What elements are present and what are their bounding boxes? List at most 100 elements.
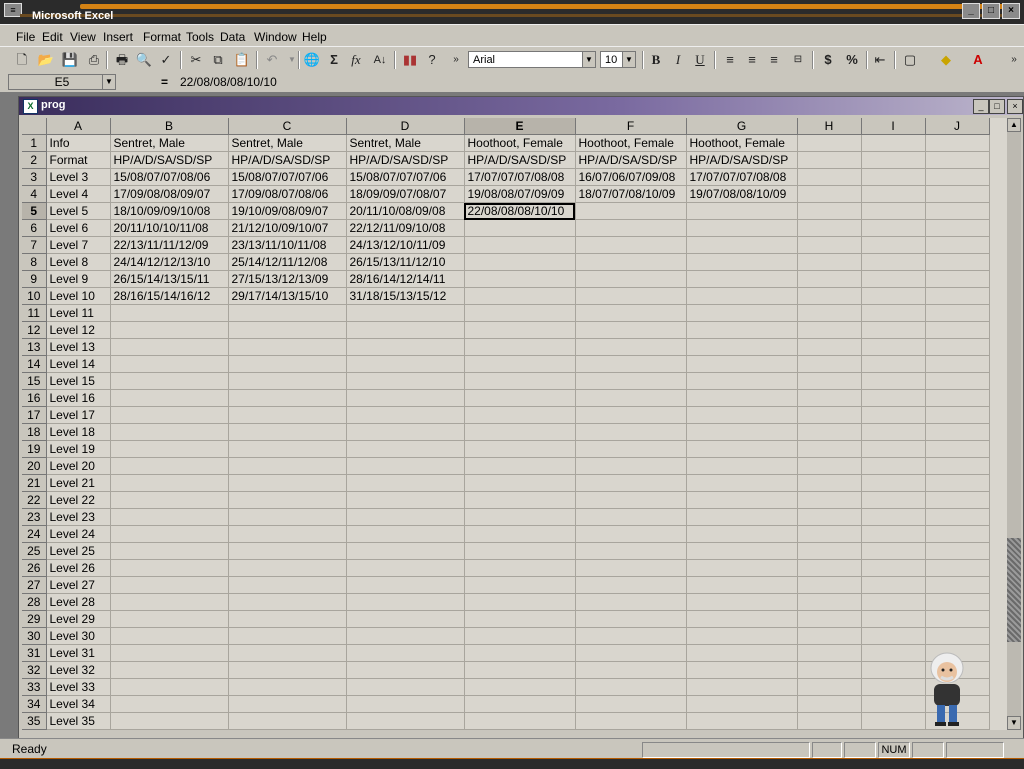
cell-b22[interactable] — [110, 491, 229, 509]
cell-a16[interactable]: Level 16 — [46, 389, 111, 407]
row-header[interactable]: 21 — [22, 474, 47, 492]
row-header[interactable]: 20 — [22, 457, 47, 475]
workbook-minimize-button[interactable]: _ — [973, 99, 989, 114]
cell-g22[interactable] — [686, 491, 798, 509]
formula-input[interactable]: 22/08/08/08/10/10 — [176, 74, 1018, 90]
column-header-j[interactable]: J — [925, 118, 990, 135]
cell-g32[interactable] — [686, 661, 798, 679]
cell-d34[interactable] — [346, 695, 465, 713]
cell-b29[interactable] — [110, 610, 229, 628]
cell-h11[interactable] — [797, 304, 862, 322]
cell-e4[interactable]: 19/08/08/07/09/09 — [464, 185, 576, 203]
cell-c34[interactable] — [228, 695, 347, 713]
cell-i10[interactable] — [861, 287, 926, 305]
cell-d4[interactable]: 18/09/09/07/08/07 — [346, 185, 465, 203]
paste-icon[interactable]: 📋 — [232, 50, 252, 70]
cell-j18[interactable] — [925, 423, 990, 441]
menu-window[interactable]: Window — [254, 30, 297, 44]
cell-h4[interactable] — [797, 185, 862, 203]
cell-c31[interactable] — [228, 644, 347, 662]
cell-j27[interactable] — [925, 576, 990, 594]
cell-f30[interactable] — [575, 627, 687, 645]
cell-h22[interactable] — [797, 491, 862, 509]
font-name-select[interactable]: Arial ▼ — [468, 51, 596, 68]
autosum-icon[interactable]: Σ — [324, 50, 344, 70]
cell-c22[interactable] — [228, 491, 347, 509]
cell-c17[interactable] — [228, 406, 347, 424]
row-header[interactable]: 17 — [22, 406, 47, 424]
cell-c18[interactable] — [228, 423, 347, 441]
cell-h32[interactable] — [797, 661, 862, 679]
cell-i7[interactable] — [861, 236, 926, 254]
row-header[interactable]: 12 — [22, 321, 47, 339]
cell-i28[interactable] — [861, 593, 926, 611]
cell-d35[interactable] — [346, 712, 465, 730]
cell-f25[interactable] — [575, 542, 687, 560]
cell-e11[interactable] — [464, 304, 576, 322]
cell-b21[interactable] — [110, 474, 229, 492]
row-header[interactable]: 11 — [22, 304, 47, 322]
row-header[interactable]: 3 — [22, 168, 47, 186]
cell-c13[interactable] — [228, 338, 347, 356]
italic-button[interactable]: I — [668, 50, 688, 70]
cell-g13[interactable] — [686, 338, 798, 356]
cut-icon[interactable]: ✂ — [186, 50, 206, 70]
cell-d10[interactable]: 31/18/15/13/15/12 — [346, 287, 465, 305]
cell-b35[interactable] — [110, 712, 229, 730]
row-header[interactable]: 31 — [22, 644, 47, 662]
cell-e3[interactable]: 17/07/07/07/08/08 — [464, 168, 576, 186]
cell-j17[interactable] — [925, 406, 990, 424]
cell-i30[interactable] — [861, 627, 926, 645]
cell-e12[interactable] — [464, 321, 576, 339]
cell-g21[interactable] — [686, 474, 798, 492]
cell-b32[interactable] — [110, 661, 229, 679]
cell-g14[interactable] — [686, 355, 798, 373]
currency-button[interactable]: $ — [818, 50, 838, 70]
cell-f17[interactable] — [575, 406, 687, 424]
cell-e22[interactable] — [464, 491, 576, 509]
cell-j11[interactable] — [925, 304, 990, 322]
cell-j12[interactable] — [925, 321, 990, 339]
cell-i26[interactable] — [861, 559, 926, 577]
cell-h29[interactable] — [797, 610, 862, 628]
print-preview-icon[interactable]: 🖶 — [112, 50, 132, 70]
cell-b25[interactable] — [110, 542, 229, 560]
cell-d22[interactable] — [346, 491, 465, 509]
cell-e19[interactable] — [464, 440, 576, 458]
cell-f14[interactable] — [575, 355, 687, 373]
cell-c33[interactable] — [228, 678, 347, 696]
cell-c23[interactable] — [228, 508, 347, 526]
cell-a22[interactable]: Level 22 — [46, 491, 111, 509]
maximize-button[interactable]: □ — [982, 3, 1000, 19]
cell-g3[interactable]: 17/07/07/07/08/08 — [686, 168, 798, 186]
preview-icon[interactable]: 🔍 — [134, 50, 154, 70]
cell-a7[interactable]: Level 7 — [46, 236, 111, 254]
cell-g16[interactable] — [686, 389, 798, 407]
cell-f22[interactable] — [575, 491, 687, 509]
cell-b27[interactable] — [110, 576, 229, 594]
cell-f5[interactable] — [575, 202, 687, 220]
cell-a1[interactable]: Info — [46, 134, 111, 152]
menu-view[interactable]: View — [70, 30, 96, 44]
cell-d16[interactable] — [346, 389, 465, 407]
cell-d31[interactable] — [346, 644, 465, 662]
workbook-close-button[interactable]: × — [1007, 99, 1023, 114]
sort-icon[interactable]: A↓ — [370, 50, 390, 70]
cell-c19[interactable] — [228, 440, 347, 458]
cell-b6[interactable]: 20/11/10/10/11/08 — [110, 219, 229, 237]
cell-c15[interactable] — [228, 372, 347, 390]
cell-j16[interactable] — [925, 389, 990, 407]
cell-g34[interactable] — [686, 695, 798, 713]
cell-e20[interactable] — [464, 457, 576, 475]
cell-a14[interactable]: Level 14 — [46, 355, 111, 373]
row-header[interactable]: 1 — [22, 134, 47, 152]
cell-j25[interactable] — [925, 542, 990, 560]
row-header[interactable]: 34 — [22, 695, 47, 713]
row-header[interactable]: 26 — [22, 559, 47, 577]
cell-b24[interactable] — [110, 525, 229, 543]
cell-j21[interactable] — [925, 474, 990, 492]
cell-i4[interactable] — [861, 185, 926, 203]
cell-h17[interactable] — [797, 406, 862, 424]
cell-f24[interactable] — [575, 525, 687, 543]
cell-g17[interactable] — [686, 406, 798, 424]
